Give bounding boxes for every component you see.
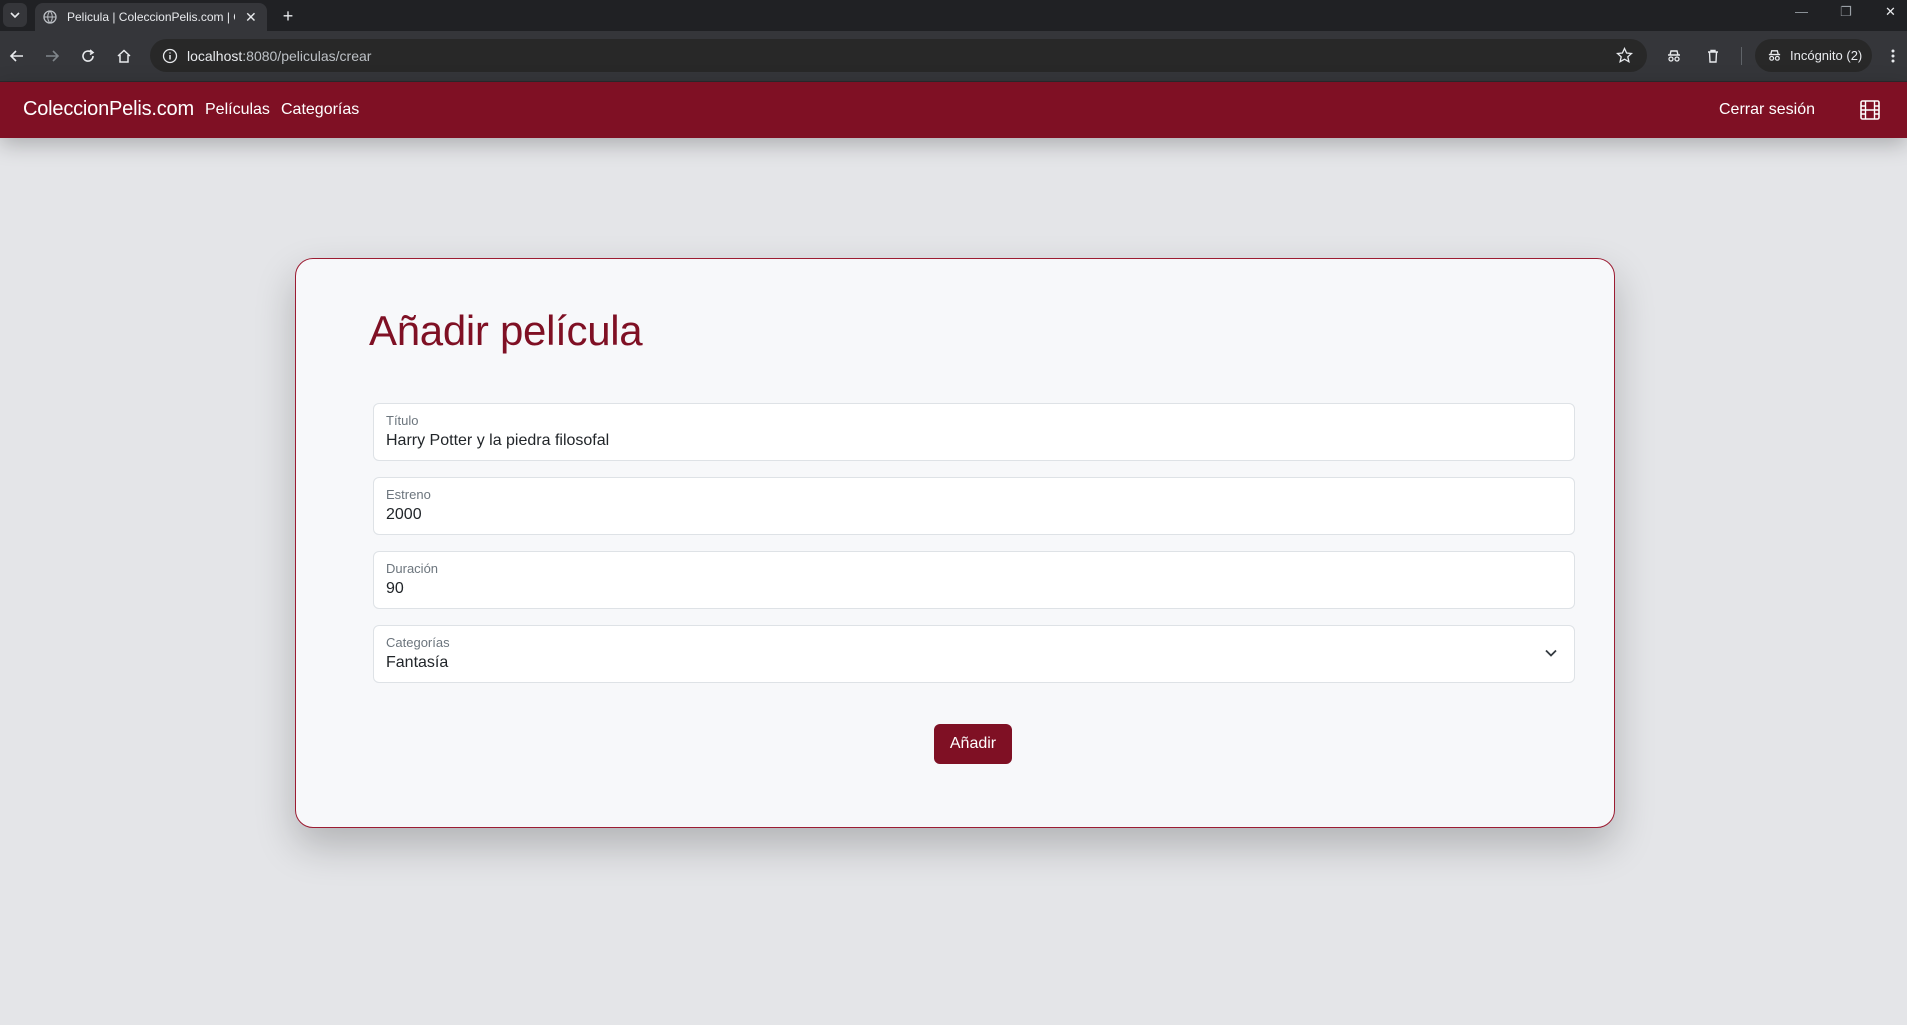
chevron-down-icon[interactable]	[1544, 646, 1558, 660]
minimize-icon[interactable]: —	[1795, 4, 1808, 19]
restore-icon[interactable]: ❐	[1840, 4, 1852, 20]
url-text: localhost:8080/peliculas/crear	[187, 47, 372, 64]
reload-icon[interactable]	[77, 45, 99, 67]
browser-tabbar: Pelicula | ColeccionPelis.com | C ✕ + — …	[0, 0, 1907, 31]
film-icon[interactable]	[1859, 99, 1881, 121]
star-icon[interactable]	[1616, 47, 1633, 64]
address-bar[interactable]: localhost:8080/peliculas/crear	[150, 39, 1647, 72]
chevron-down-icon	[10, 12, 20, 19]
logout-link[interactable]: Cerrar sesión	[1719, 101, 1815, 119]
app-navbar: ColeccionPelis.com Películas Categorías …	[0, 82, 1907, 138]
title-field-label: Título	[386, 413, 419, 428]
duration-field-value[interactable]: 90	[386, 580, 404, 598]
toolbar-divider	[1741, 47, 1742, 65]
incognito-icon	[1768, 50, 1781, 61]
category-select-value[interactable]: Fantasía	[386, 654, 448, 672]
title-field-value[interactable]: Harry Potter y la piedra filosofal	[386, 432, 609, 450]
home-icon[interactable]	[113, 45, 135, 67]
release-field[interactable]: Estreno 2000	[373, 477, 1575, 535]
info-icon[interactable]	[162, 48, 178, 64]
release-field-value[interactable]: 2000	[386, 506, 422, 524]
menu-dots-icon[interactable]	[1882, 45, 1904, 67]
tab-list-button[interactable]	[3, 3, 27, 27]
title-field[interactable]: Título Harry Potter y la piedra filosofa…	[373, 403, 1575, 461]
category-select[interactable]: Categorías Fantasía	[373, 625, 1575, 683]
nav-link-categorias[interactable]: Categorías	[281, 101, 359, 119]
browser-tab[interactable]: Pelicula | ColeccionPelis.com | C ✕	[35, 3, 267, 31]
release-field-label: Estreno	[386, 487, 431, 502]
nav-link-peliculas[interactable]: Películas	[205, 101, 270, 119]
category-select-label: Categorías	[386, 635, 450, 650]
browser-toolbar: localhost:8080/peliculas/crear Incógnito…	[0, 31, 1907, 82]
tab-title: Pelicula | ColeccionPelis.com | C	[67, 10, 235, 24]
brand-link[interactable]: ColeccionPelis.com	[23, 98, 194, 121]
add-movie-card: Añadir película Título Harry Potter y la…	[295, 258, 1615, 828]
add-button[interactable]: Añadir	[934, 724, 1012, 764]
duration-field[interactable]: Duración 90	[373, 551, 1575, 609]
forward-arrow-icon[interactable]	[41, 45, 63, 67]
incognito-label: Incógnito (2)	[1790, 48, 1863, 63]
close-window-icon[interactable]: ✕	[1885, 4, 1896, 20]
trash-icon[interactable]	[1702, 45, 1724, 67]
incognito-extension-icon[interactable]	[1663, 45, 1685, 67]
back-arrow-icon[interactable]	[6, 45, 28, 67]
page-title: Añadir película	[369, 307, 643, 354]
new-tab-button[interactable]: +	[277, 5, 299, 27]
duration-field-label: Duración	[386, 561, 439, 576]
globe-icon	[43, 10, 57, 24]
tab-close-icon[interactable]: ✕	[245, 9, 257, 26]
incognito-badge[interactable]: Incógnito (2)	[1755, 39, 1872, 72]
